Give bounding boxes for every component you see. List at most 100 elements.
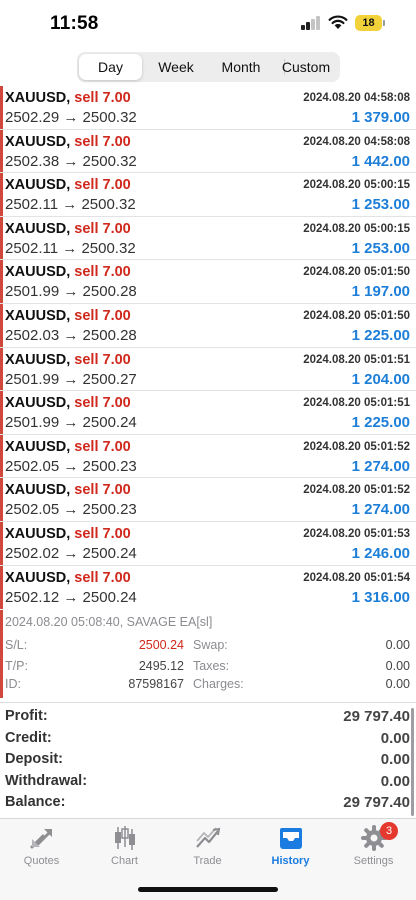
deal-row[interactable]: XAUUSD, sell 7.00 2024.08.20 05:01:52 25… <box>0 434 416 479</box>
deal-time: 2024.08.20 05:00:15 <box>303 179 410 192</box>
deal-profit: 1 253.00 <box>351 239 410 257</box>
summary-row-withdrawal: Withdrawal: 0.00 <box>0 771 416 793</box>
summary-row-balance: Balance: 29 797.40 <box>0 792 416 814</box>
deal-profit: 1 442.00 <box>351 152 410 170</box>
taxes-label: Taxes: <box>193 659 230 673</box>
sl-value: 2500.24 <box>138 638 184 652</box>
deal-time: 2024.08.20 05:01:52 <box>303 440 410 453</box>
period-tab-custom[interactable]: Custom <box>274 54 338 80</box>
summary-divider <box>0 702 416 703</box>
sell-indicator <box>0 260 3 303</box>
tp-value: 2495.12 <box>138 659 184 673</box>
taxes-value: 0.00 <box>385 659 410 673</box>
deal-row[interactable]: XAUUSD, sell 7.00 2024.08.20 05:01:50 25… <box>0 260 416 304</box>
sl-label: S/L: <box>5 638 28 652</box>
deal-time: 2024.08.20 05:01:50 <box>303 266 410 279</box>
deal-side: sell 7.00 <box>74 438 131 455</box>
deal-side: sell 7.00 <box>74 133 131 150</box>
sell-indicator <box>0 610 3 698</box>
deal-side: sell 7.00 <box>74 395 131 412</box>
summary-label: Withdrawal: <box>5 772 88 789</box>
deal-symbol: XAUUSD, sell 7.00 <box>5 133 131 150</box>
deal-time: 2024.08.20 05:01:50 <box>303 309 410 322</box>
deal-prices: 2501.99 → 2500.27 <box>5 370 137 388</box>
detail-header: 2024.08.20 05:08:40, SAVAGE EA[sl] <box>5 615 213 629</box>
deal-row[interactable]: XAUUSD, sell 7.00 2024.08.20 05:01:53 25… <box>0 521 416 566</box>
wifi-icon <box>328 15 348 29</box>
tab-quotes[interactable]: Quotes <box>0 819 83 871</box>
deal-symbol: XAUUSD, sell 7.00 <box>5 525 131 542</box>
deal-profit: 1 274.00 <box>351 501 410 519</box>
deal-prices: 2501.99 → 2500.24 <box>5 414 137 432</box>
deal-row[interactable]: XAUUSD, sell 7.00 2024.08.20 05:01:51 25… <box>0 391 416 435</box>
deal-prices: 2502.05 → 2500.23 <box>5 501 137 519</box>
sell-indicator <box>0 173 3 216</box>
notification-badge: 3 <box>380 822 398 840</box>
deal-symbol: XAUUSD, sell 7.00 <box>5 569 131 586</box>
deal-symbol: XAUUSD, sell 7.00 <box>5 438 131 455</box>
id-value: 87598167 <box>128 677 184 691</box>
sell-indicator <box>0 129 3 173</box>
deal-profit: 1 274.00 <box>351 457 410 475</box>
deal-side: sell 7.00 <box>74 90 131 106</box>
battery-icon: 18 <box>355 15 382 31</box>
deal-time: 2024.08.20 04:58:08 <box>303 92 410 104</box>
sell-indicator <box>0 347 3 391</box>
tab-chart[interactable]: Chart <box>83 819 166 871</box>
status-bar: 11:58 18 <box>0 0 416 46</box>
deal-prices: 2502.12 → 2500.24 <box>5 588 137 606</box>
deal-time: 2024.08.20 05:00:15 <box>303 222 410 235</box>
tab-label: History <box>271 855 310 867</box>
sell-indicator <box>0 303 3 347</box>
chart-icon <box>115 826 135 850</box>
deal-row[interactable]: XAUUSD, sell 7.00 2024.08.20 04:58:08 25… <box>0 129 416 174</box>
tab-settings[interactable]: 3 Settings <box>332 819 415 871</box>
summary-row-credit: Credit: 0.00 <box>0 728 416 750</box>
deal-profit: 1 225.00 <box>351 326 410 344</box>
sell-indicator <box>0 434 3 478</box>
status-time: 11:58 <box>50 13 99 34</box>
deal-row[interactable]: XAUUSD, sell 7.00 2024.08.20 05:01:52 25… <box>0 478 416 522</box>
deal-symbol: XAUUSD, sell 7.00 <box>5 220 131 237</box>
sell-indicator <box>0 521 3 565</box>
deal-row[interactable]: XAUUSD, sell 7.00 2024.08.20 05:01:50 25… <box>0 303 416 348</box>
deal-side: sell 7.00 <box>74 177 131 194</box>
account-summary: Profit: 29 797.40 Credit: 0.00 Deposit: … <box>0 706 416 814</box>
deal-row[interactable]: XAUUSD, sell 7.00 2024.08.20 05:00:15 25… <box>0 216 416 261</box>
tab-label: Chart <box>111 855 138 867</box>
deal-symbol: XAUUSD, sell 7.00 <box>5 351 131 368</box>
period-selector: Day Week Month Custom <box>77 52 340 82</box>
deal-time: 2024.08.20 05:01:51 <box>303 397 410 410</box>
deal-symbol: XAUUSD, sell 7.00 <box>5 307 131 324</box>
summary-label: Profit: <box>5 708 48 724</box>
deal-side: sell 7.00 <box>74 264 131 281</box>
deal-symbol: XAUUSD, sell 7.00 <box>5 177 131 194</box>
deal-profit: 1 204.00 <box>351 370 410 388</box>
deal-prices: 2501.99 → 2500.28 <box>5 283 137 301</box>
deal-symbol: XAUUSD, sell 7.00 <box>5 264 131 281</box>
period-tab-day[interactable]: Day <box>79 54 142 80</box>
deal-profit: 1 246.00 <box>351 544 410 562</box>
period-tab-month[interactable]: Month <box>209 54 273 80</box>
deal-symbol: XAUUSD, sell 7.00 <box>5 90 131 106</box>
scrollbar[interactable] <box>411 708 414 816</box>
deal-side: sell 7.00 <box>74 307 131 324</box>
deal-detail[interactable]: 2024.08.20 05:08:40, SAVAGE EA[sl] S/L: … <box>0 610 416 698</box>
deal-profit: 1 379.00 <box>351 109 410 126</box>
deal-row[interactable]: XAUUSD, sell 7.00 2024.08.20 05:01:54 25… <box>0 565 416 610</box>
home-indicator[interactable] <box>138 887 278 892</box>
deal-prices: 2502.29 → 2500.32 <box>5 109 137 126</box>
period-tab-week[interactable]: Week <box>144 54 208 80</box>
deal-row[interactable]: XAUUSD, sell 7.00 2024.08.20 05:00:15 25… <box>0 173 416 217</box>
deal-row[interactable]: XAUUSD, sell 7.00 2024.08.20 05:01:51 25… <box>0 347 416 392</box>
tab-label: Quotes <box>23 855 60 867</box>
tab-trade[interactable]: Trade <box>166 819 249 871</box>
deal-side: sell 7.00 <box>74 569 131 586</box>
deal-profit: 1 225.00 <box>351 414 410 432</box>
deal-time: 2024.08.20 05:01:53 <box>303 527 410 540</box>
tab-history[interactable]: History <box>249 819 332 871</box>
deal-time: 2024.08.20 05:01:51 <box>303 353 410 366</box>
deal-row[interactable]: XAUUSD, sell 7.00 2024.08.20 04:58:08 25… <box>0 86 416 130</box>
deal-prices: 2502.11 → 2500.32 <box>5 239 136 257</box>
sell-indicator <box>0 478 3 521</box>
